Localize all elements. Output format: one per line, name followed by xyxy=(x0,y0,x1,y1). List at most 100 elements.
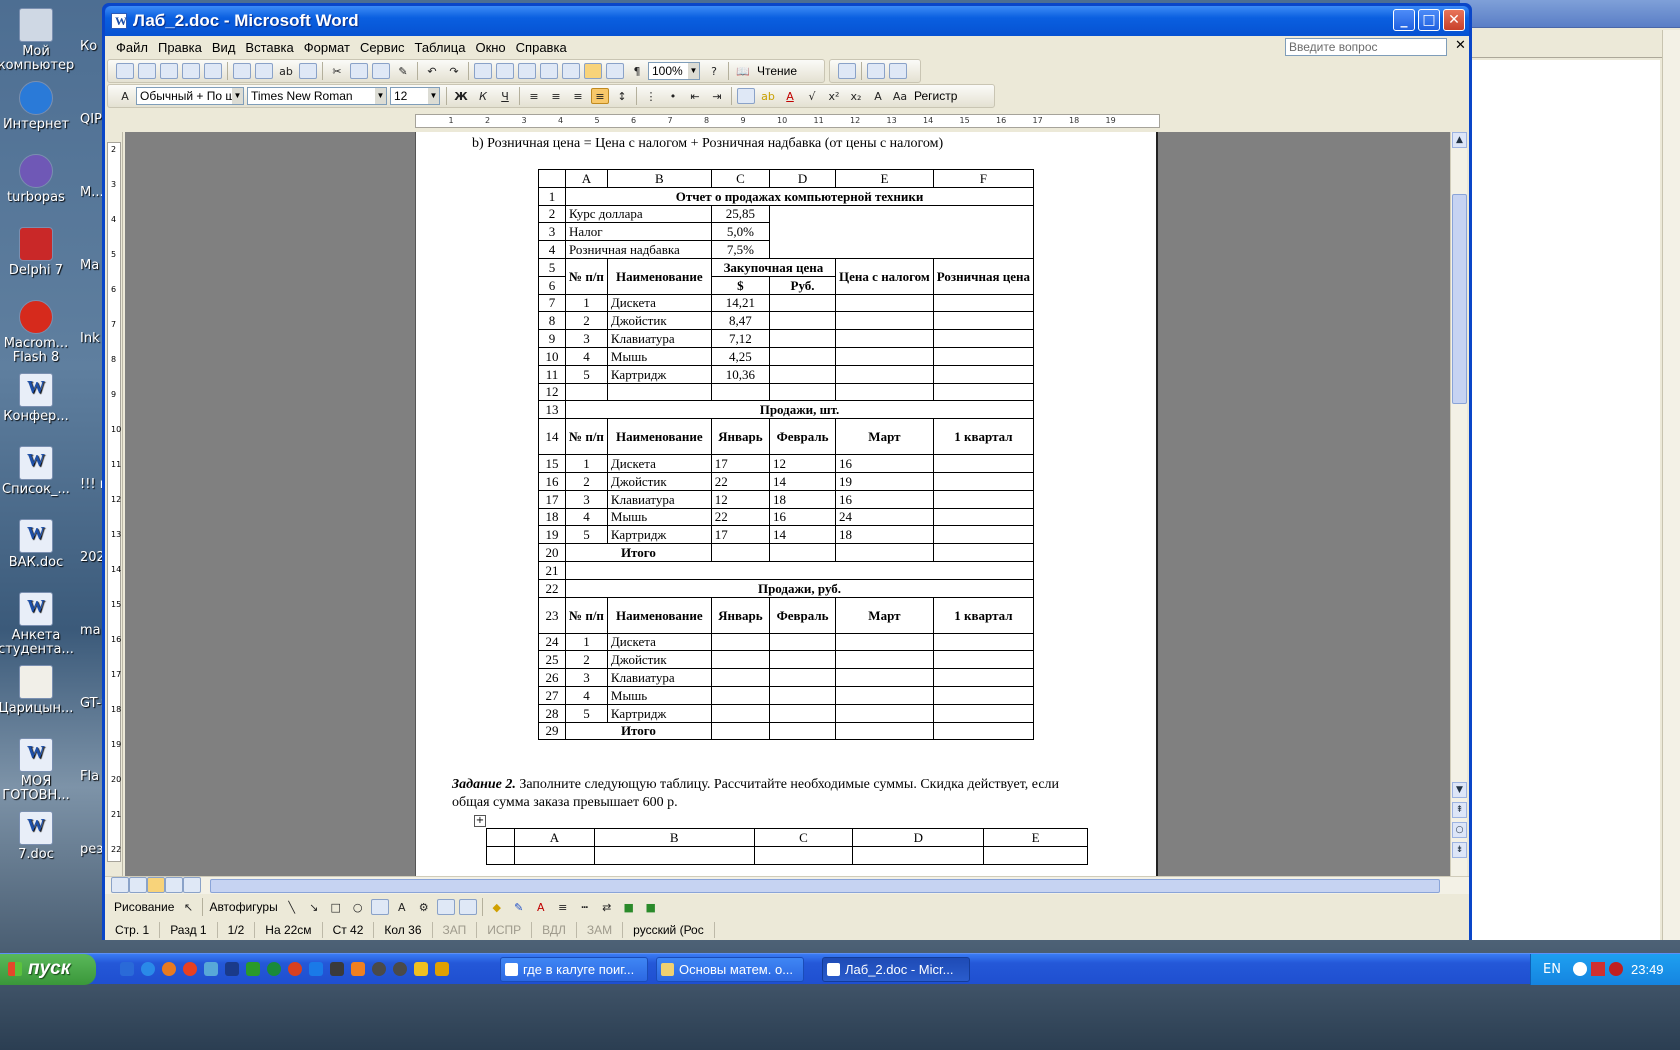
total-cell[interactable] xyxy=(710,543,771,562)
item-usd[interactable]: 7,12 xyxy=(710,329,771,348)
sales-mar[interactable]: 16 xyxy=(835,489,934,509)
bold-icon[interactable]: Ж xyxy=(452,88,470,104)
item-usd[interactable]: 14,21 xyxy=(710,293,771,313)
column-header[interactable]: F xyxy=(932,169,1035,188)
column-header[interactable]: B xyxy=(606,169,712,188)
col-num-header[interactable]: № п/п xyxy=(565,596,608,634)
row-number[interactable]: 26 xyxy=(537,668,567,687)
sales-feb[interactable]: 18 xyxy=(769,489,837,509)
research-icon[interactable] xyxy=(299,63,317,79)
copy-icon[interactable] xyxy=(350,63,368,79)
prev-page-icon[interactable]: ⇞ xyxy=(1452,802,1467,818)
columns-icon[interactable] xyxy=(562,63,580,79)
show-hide-icon[interactable]: ¶ xyxy=(628,63,646,79)
item-tax[interactable] xyxy=(835,346,934,366)
language-indicator[interactable]: EN xyxy=(1543,954,1561,985)
menu-item[interactable]: Вставка xyxy=(240,40,298,55)
menu-item[interactable]: Окно xyxy=(470,40,510,55)
desktop-icon[interactable]: МОЯ ГОТОВН... xyxy=(0,738,76,803)
justify-icon[interactable]: ≡ xyxy=(591,88,609,104)
col-rub-header[interactable]: Руб. xyxy=(769,275,837,295)
row-number[interactable]: 8 xyxy=(537,311,567,331)
total-cell[interactable] xyxy=(769,721,837,741)
empty-cell[interactable] xyxy=(769,204,1034,259)
document-page[interactable]: b) Розничная цена = Цена с налогом + Роз… xyxy=(415,132,1158,876)
menu-item[interactable]: Таблица xyxy=(409,40,470,55)
desktop-icon[interactable]: Delphi 7 xyxy=(0,227,76,278)
oval-icon[interactable]: ○ xyxy=(349,899,367,915)
font-color-draw-icon[interactable]: A xyxy=(532,899,550,915)
month-header[interactable]: 1 квартал xyxy=(932,418,1035,456)
sales-jan[interactable]: 12 xyxy=(710,489,771,509)
column-header[interactable]: B xyxy=(593,828,755,847)
burn-icon[interactable] xyxy=(414,962,428,976)
style-select[interactable]: Обычный + По ш ▼ xyxy=(136,87,244,105)
rub-cell[interactable] xyxy=(835,685,934,705)
italic-icon[interactable]: К xyxy=(474,88,492,104)
row-number[interactable]: 19 xyxy=(537,525,567,545)
equation-icon[interactable]: √ xyxy=(803,88,821,104)
arrow-style-icon[interactable]: ⇄ xyxy=(598,899,616,915)
param-label[interactable]: Розничная надбавка xyxy=(565,240,712,259)
menu-item[interactable]: Файл xyxy=(111,40,153,55)
sales-jan[interactable]: 17 xyxy=(710,454,771,473)
column-header[interactable]: E xyxy=(983,828,1088,847)
zoom-select[interactable]: 100% ▼ xyxy=(648,62,700,80)
read-button[interactable]: Чтение xyxy=(757,64,797,78)
hscroll-thumb[interactable] xyxy=(210,879,1440,893)
row-number[interactable]: 10 xyxy=(537,346,567,366)
cut-icon[interactable]: ✂ xyxy=(328,63,346,79)
col-tax-header[interactable]: Цена с налогом xyxy=(835,257,934,295)
row-number[interactable]: 6 xyxy=(537,275,567,295)
col-usd-header[interactable]: $ xyxy=(710,275,771,295)
email-icon[interactable] xyxy=(204,63,222,79)
item-rub[interactable] xyxy=(769,329,837,348)
empty-cell[interactable] xyxy=(606,382,712,402)
antivirus-icon[interactable] xyxy=(1591,962,1605,976)
item-number[interactable]: 2 xyxy=(565,650,608,670)
print-view-icon[interactable] xyxy=(147,877,165,893)
normal-view-icon[interactable] xyxy=(111,877,129,893)
item-usd[interactable]: 8,47 xyxy=(710,311,771,331)
document-map-icon[interactable] xyxy=(606,63,624,79)
web-view-icon[interactable] xyxy=(129,877,147,893)
row-number[interactable]: 21 xyxy=(537,560,567,580)
save-icon[interactable] xyxy=(160,63,178,79)
styles-icon[interactable]: A xyxy=(116,88,134,104)
column-header[interactable]: E xyxy=(835,169,934,188)
skype-icon[interactable] xyxy=(309,962,323,976)
section-title[interactable]: Продажи, руб. xyxy=(565,578,1034,598)
desktop-icon-clipped[interactable]: Ма xyxy=(80,259,99,273)
app-icon[interactable] xyxy=(204,962,218,976)
winamp-icon[interactable] xyxy=(330,962,344,976)
empty-cell[interactable] xyxy=(753,845,854,865)
sales-feb[interactable]: 12 xyxy=(769,454,837,473)
item-retail[interactable] xyxy=(932,346,1035,366)
textbox-icon[interactable] xyxy=(370,899,389,915)
arrow-icon[interactable]: ↘ xyxy=(305,899,323,915)
row-number[interactable]: 15 xyxy=(537,454,567,473)
desktop-icon[interactable]: ВАК.doc xyxy=(0,519,76,570)
numbering-icon[interactable]: ⋮ xyxy=(642,88,660,104)
param-label[interactable]: Курс доллара xyxy=(565,204,712,224)
total-cell[interactable] xyxy=(835,543,934,562)
rub-cell[interactable] xyxy=(932,650,1035,670)
item-number[interactable]: 1 xyxy=(565,293,608,313)
scroll-thumb[interactable] xyxy=(1452,194,1467,404)
item-number[interactable]: 1 xyxy=(565,454,608,473)
paste-icon[interactable] xyxy=(372,63,390,79)
rub-cell[interactable] xyxy=(932,685,1035,705)
item-name[interactable]: Картридж xyxy=(606,525,712,545)
align-center-icon[interactable]: ≡ xyxy=(547,88,565,104)
empty-cell[interactable] xyxy=(486,845,515,865)
row-number[interactable]: 20 xyxy=(537,543,567,562)
row-number[interactable]: 28 xyxy=(537,703,567,723)
row-number[interactable]: 14 xyxy=(537,418,567,456)
3d-icon[interactable]: ■ xyxy=(642,899,660,915)
scroll-down-icon[interactable]: ▼ xyxy=(1452,782,1467,798)
next-page-icon[interactable]: ⇟ xyxy=(1452,842,1467,858)
sales-jan[interactable]: 22 xyxy=(710,471,771,491)
row-number[interactable]: 11 xyxy=(537,364,567,384)
autoshapes-menu[interactable]: Автофигуры xyxy=(209,900,277,914)
table-move-handle-icon[interactable]: + xyxy=(474,815,486,827)
